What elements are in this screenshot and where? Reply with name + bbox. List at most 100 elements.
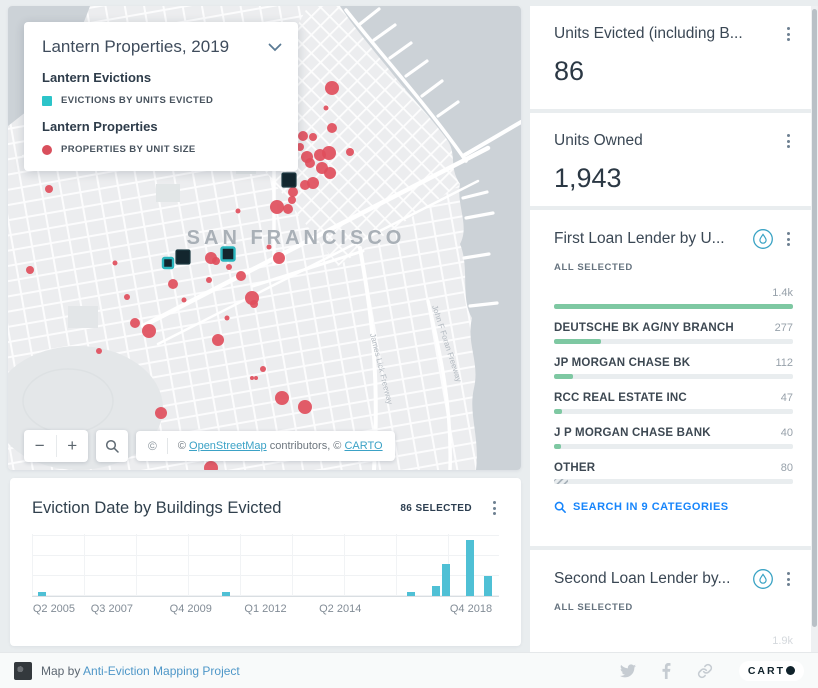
property-dot[interactable] bbox=[325, 81, 339, 95]
chevron-down-icon[interactable] bbox=[268, 43, 282, 52]
facebook-share-icon[interactable] bbox=[662, 663, 671, 679]
category-bar-fill bbox=[554, 479, 568, 484]
copyright-icon[interactable]: © bbox=[148, 439, 157, 453]
property-dot[interactable] bbox=[124, 294, 130, 300]
histogram-bar[interactable] bbox=[38, 592, 46, 596]
property-dot[interactable] bbox=[270, 200, 284, 214]
filter-droplet-icon[interactable] bbox=[752, 568, 774, 590]
histogram-bar[interactable] bbox=[407, 592, 415, 596]
property-dot[interactable] bbox=[324, 167, 336, 179]
layer-dropdown[interactable]: Lantern Properties, 2019 bbox=[42, 37, 282, 57]
widget-title: Units Owned bbox=[554, 132, 774, 150]
category-row[interactable]: J P MORGAN CHASE BANK40 bbox=[554, 427, 793, 449]
zoom-out-button[interactable]: − bbox=[24, 430, 56, 462]
property-dot[interactable] bbox=[346, 148, 354, 156]
category-row[interactable]: RCC REAL ESTATE INC47 bbox=[554, 392, 793, 414]
filter-droplet-icon[interactable] bbox=[752, 228, 774, 250]
property-dot[interactable] bbox=[212, 334, 224, 346]
property-dot[interactable] bbox=[307, 177, 319, 189]
property-dot[interactable] bbox=[250, 376, 254, 380]
openstreetmap-link[interactable]: OpenStreetMap bbox=[189, 440, 267, 452]
category-value: 112 bbox=[775, 357, 793, 369]
property-dot[interactable] bbox=[155, 407, 167, 419]
property-dot[interactable] bbox=[298, 400, 312, 414]
x-axis-tick: Q1 2012 bbox=[244, 603, 286, 615]
property-dot[interactable] bbox=[283, 204, 293, 214]
property-dot[interactable] bbox=[168, 279, 178, 289]
eviction-square[interactable] bbox=[176, 250, 190, 264]
search-categories-link[interactable]: SEARCH IN 9 CATEGORIES bbox=[554, 501, 793, 513]
property-dot[interactable] bbox=[130, 318, 140, 328]
histogram-bar[interactable] bbox=[222, 592, 230, 596]
kebab-menu-button[interactable] bbox=[784, 24, 793, 44]
histogram-plot[interactable] bbox=[32, 534, 499, 597]
property-dot[interactable] bbox=[236, 209, 241, 214]
twitter-share-icon[interactable] bbox=[620, 664, 636, 678]
legend-section-properties: Lantern Properties bbox=[42, 119, 282, 134]
map-search-button[interactable] bbox=[96, 430, 128, 462]
kebab-menu-button[interactable] bbox=[784, 229, 793, 249]
sidebar-scrollbar-thumb[interactable] bbox=[812, 9, 817, 627]
x-axis-tick: Q4 2009 bbox=[170, 603, 212, 615]
property-dot[interactable] bbox=[273, 252, 285, 264]
city-label: SAN FRANCISCO bbox=[187, 227, 406, 249]
eviction-square[interactable] bbox=[282, 173, 296, 187]
category-value: 1.4k bbox=[772, 287, 793, 299]
property-dot[interactable] bbox=[267, 245, 272, 250]
all-selected-label: ALL SELECTED bbox=[554, 262, 793, 273]
property-dot[interactable] bbox=[182, 298, 187, 303]
category-row[interactable]: 1.4k bbox=[554, 287, 793, 309]
x-axis-tick: Q2 2014 bbox=[319, 603, 361, 615]
property-dot[interactable] bbox=[327, 123, 337, 133]
property-dot[interactable] bbox=[226, 264, 232, 270]
property-dot[interactable] bbox=[260, 366, 266, 372]
copy-link-icon[interactable] bbox=[697, 663, 713, 679]
property-dot[interactable] bbox=[288, 187, 298, 197]
category-row[interactable]: JP MORGAN CHASE BK112 bbox=[554, 357, 793, 379]
teal-square-swatch bbox=[42, 96, 52, 106]
sidebar-scrollbar-track[interactable] bbox=[811, 6, 818, 652]
kebab-menu-button[interactable] bbox=[784, 569, 793, 589]
kebab-menu-button[interactable] bbox=[490, 498, 499, 518]
property-dot[interactable] bbox=[305, 158, 315, 168]
property-dot[interactable] bbox=[275, 391, 289, 405]
eviction-date-widget: Eviction Date by Buildings Evicted 86 SE… bbox=[10, 478, 521, 646]
property-dot[interactable] bbox=[206, 277, 212, 283]
carto-attribution-link[interactable]: CARTO bbox=[344, 440, 382, 452]
kebab-menu-button[interactable] bbox=[784, 131, 793, 151]
layer-dropdown-label: Lantern Properties, 2019 bbox=[42, 37, 229, 57]
property-dot[interactable] bbox=[288, 196, 296, 204]
dashboard: SAN FRANCISCO Van Ness AvenueJames Lick … bbox=[0, 0, 818, 688]
property-dot[interactable] bbox=[96, 348, 102, 354]
property-dot[interactable] bbox=[298, 131, 308, 141]
category-bar-track bbox=[554, 444, 793, 449]
property-dot[interactable] bbox=[236, 271, 246, 281]
carto-logo[interactable]: CART bbox=[739, 661, 804, 681]
zoom-in-button[interactable]: + bbox=[57, 430, 89, 462]
footer-bar: Map by Anti-Eviction Mapping Project CAR… bbox=[0, 652, 818, 688]
category-label: J P MORGAN CHASE BANK bbox=[554, 427, 781, 439]
property-dot[interactable] bbox=[113, 261, 118, 266]
category-row[interactable]: OTHER80 bbox=[554, 462, 793, 484]
property-dot[interactable] bbox=[254, 376, 258, 380]
category-bar-track bbox=[554, 304, 793, 309]
category-row[interactable]: DEUTSCHE BK AG/NY BRANCH277 bbox=[554, 322, 793, 344]
category-bar-list: 1.4k DEUTSCHE BK AG/NY BRANCH277 JP MORGAN… bbox=[554, 287, 793, 484]
histogram-bar[interactable] bbox=[442, 564, 450, 596]
histogram-bar[interactable] bbox=[466, 540, 474, 596]
property-dot[interactable] bbox=[45, 185, 53, 193]
property-dot[interactable] bbox=[26, 266, 34, 274]
property-dot[interactable] bbox=[324, 106, 329, 111]
anti-eviction-mapping-project-link[interactable]: Anti-Eviction Mapping Project bbox=[83, 664, 240, 678]
histogram-bar[interactable] bbox=[484, 576, 492, 596]
property-dot[interactable] bbox=[309, 133, 317, 141]
eviction-square[interactable] bbox=[222, 248, 235, 261]
histogram-bar[interactable] bbox=[432, 586, 440, 596]
property-dot[interactable] bbox=[225, 316, 230, 321]
property-dot[interactable] bbox=[142, 324, 156, 338]
eviction-square[interactable] bbox=[163, 258, 173, 268]
property-dot[interactable] bbox=[212, 257, 220, 265]
property-dot[interactable] bbox=[250, 300, 258, 308]
property-dot[interactable] bbox=[322, 146, 336, 160]
map[interactable]: SAN FRANCISCO Van Ness AvenueJames Lick … bbox=[8, 6, 521, 470]
